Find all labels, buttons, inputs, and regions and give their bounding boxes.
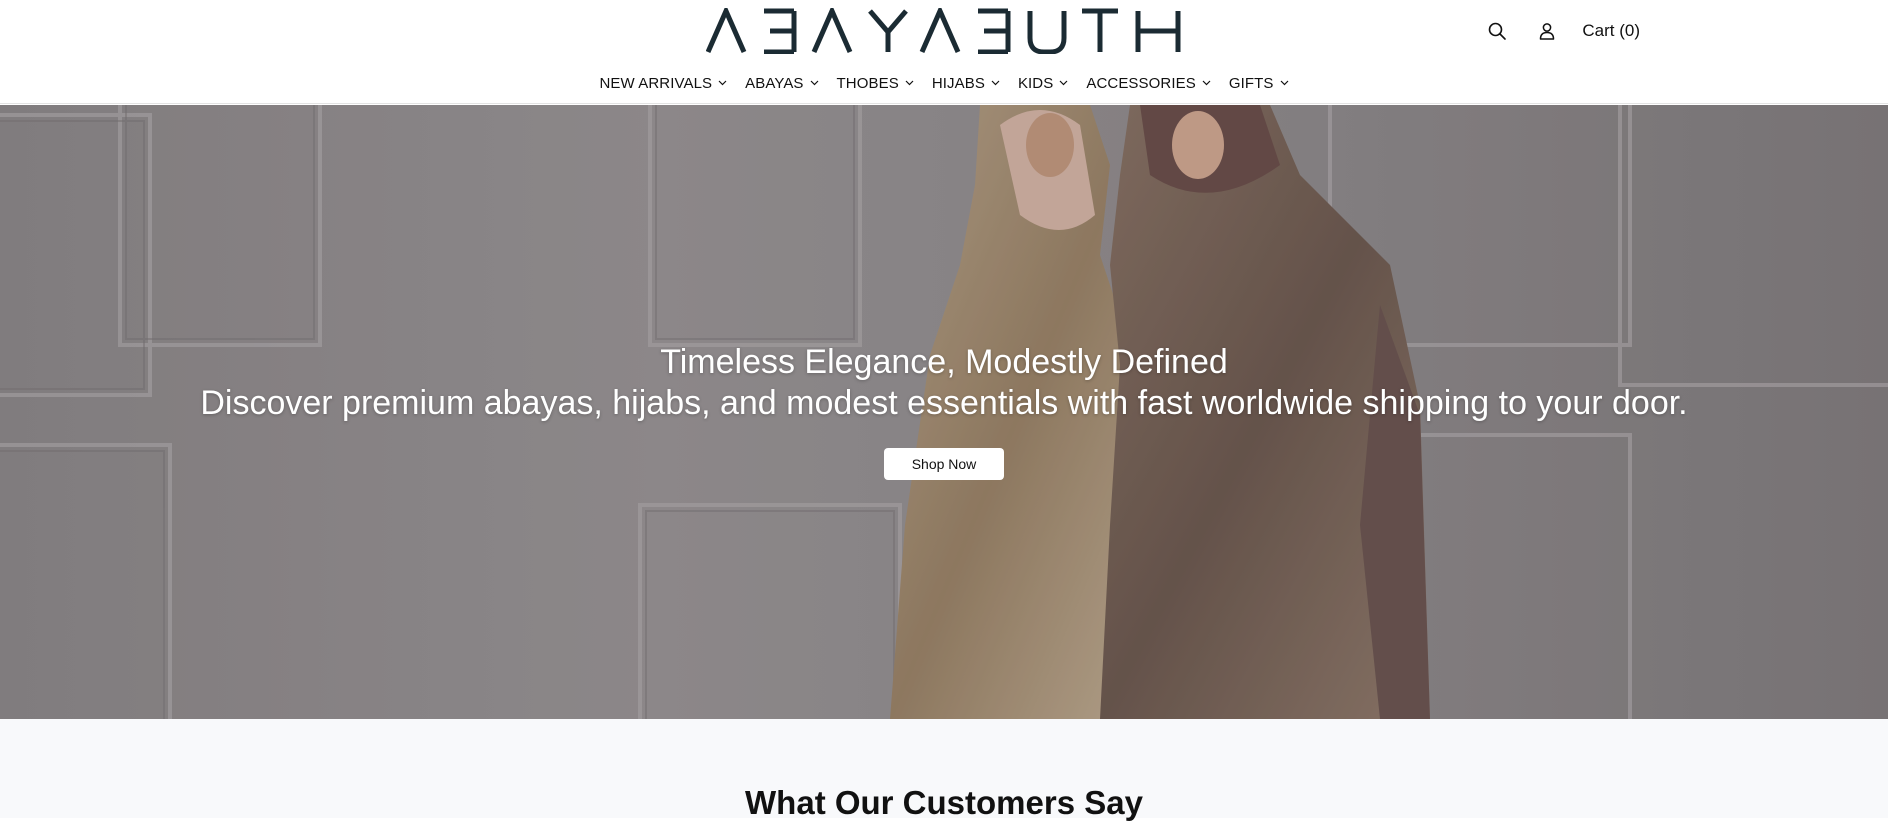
site-logo[interactable] [706,8,1182,54]
nav-item-label: KIDS [1017,74,1054,92]
nav-item-accessories[interactable]: ACCESSORIES [1086,74,1211,92]
site-header: Cart (0) NEW ARRIVALS ABAYAS THOBES HIJA… [0,0,1888,104]
nav-item-abayas[interactable]: ABAYAS [745,75,818,92]
nav-item-kids[interactable]: KIDS [1018,75,1068,92]
header-actions: Cart (0) [1484,18,1640,44]
testimonials-title: What Our Customers Say [745,784,1143,821]
search-button[interactable] [1484,18,1510,44]
chevron-down-icon [905,80,914,86]
account-button[interactable] [1534,18,1560,44]
nav-item-hijabs[interactable]: HIJABS [932,75,1000,92]
hero-title: Timeless Elegance, Modestly Defined [660,343,1228,381]
main-nav: NEW ARRIVALS ABAYAS THOBES HIJABS KIDS A… [0,72,1888,94]
nav-item-thobes[interactable]: THOBES [837,75,914,92]
nav-item-label: ACCESSORIES [1086,74,1196,92]
chevron-down-icon [1202,80,1211,86]
hero-subtitle: Discover premium abayas, hijabs, and mod… [200,384,1688,422]
nav-item-label: NEW ARRIVALS [599,74,713,92]
nav-item-new-arrivals[interactable]: NEW ARRIVALS [600,75,728,92]
nav-item-label: GIFTS [1228,74,1274,92]
logo-wordmark [706,8,1181,54]
chevron-down-icon [991,80,1000,86]
hero-banner: Timeless Elegance, Modestly Defined Disc… [0,105,1888,719]
nav-item-label: HIJABS [931,74,985,92]
nav-item-gifts[interactable]: GIFTS [1229,75,1289,92]
shop-now-button[interactable]: Shop Now [884,448,1004,480]
chevron-down-icon [1280,80,1288,86]
search-icon [1489,22,1507,40]
cart-link[interactable]: Cart (0) [1582,21,1640,41]
chevron-down-icon [1059,80,1068,86]
nav-item-label: THOBES [836,74,899,92]
chevron-down-icon [810,80,818,86]
testimonials-section: What Our Customers Say [0,719,1888,821]
user-icon [1540,23,1555,40]
chevron-down-icon [718,80,727,86]
nav-item-label: ABAYAS [745,74,804,92]
